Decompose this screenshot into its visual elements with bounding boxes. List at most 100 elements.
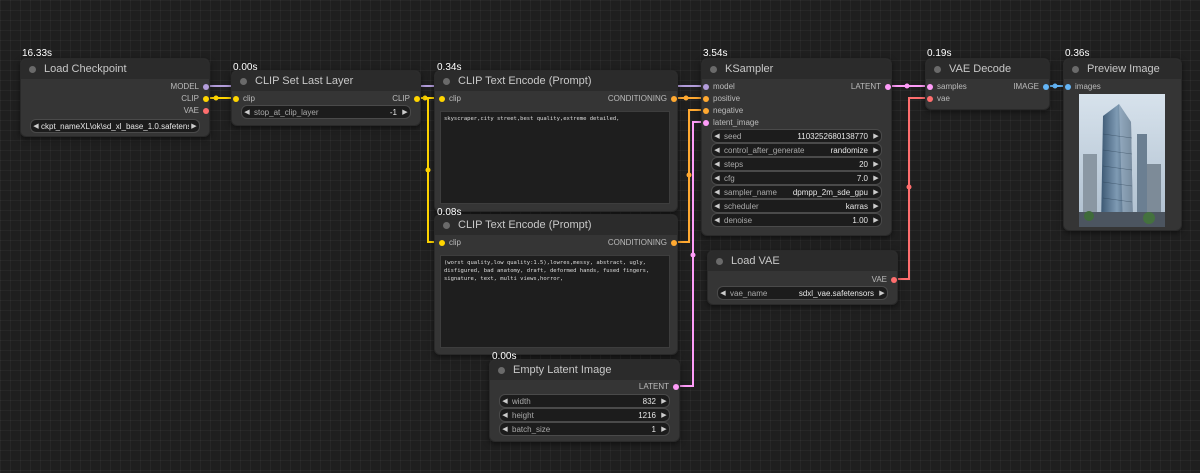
node-vae-decode[interactable]: VAE Decode samples vae IMAGE <box>925 58 1050 110</box>
pin-icon[interactable] <box>1043 84 1049 90</box>
node-header[interactable]: Load VAE <box>708 251 897 271</box>
arrow-right-icon[interactable]: ▶ <box>871 146 881 154</box>
arrow-left-icon[interactable]: ◀ <box>712 202 722 210</box>
width-stepper[interactable]: ◀ width 832 ▶ <box>499 394 670 408</box>
vae-name-combo[interactable]: ◀ vae_name sdxl_vae.safetensors ▶ <box>717 286 888 300</box>
node-header[interactable]: VAE Decode <box>926 59 1049 79</box>
output-image[interactable]: IMAGE <box>1013 81 1049 93</box>
collapse-dot-icon[interactable] <box>29 65 36 73</box>
output-clip[interactable]: CLIP <box>181 93 209 105</box>
output-vae[interactable]: VAE <box>184 105 209 117</box>
arrow-right-icon[interactable]: ▶ <box>871 174 881 182</box>
arrow-right-icon[interactable]: ▶ <box>659 397 669 405</box>
batch-size-stepper[interactable]: ◀ batch_size 1 ▶ <box>499 422 670 436</box>
output-conditioning[interactable]: CONDITIONING <box>608 93 677 105</box>
input-clip[interactable]: clip <box>439 237 461 249</box>
collapse-dot-icon[interactable] <box>240 77 247 85</box>
node-header[interactable]: Load Checkpoint <box>21 59 209 79</box>
node-header[interactable]: Empty Latent Image <box>490 360 679 380</box>
arrow-right-icon[interactable]: ▶ <box>877 289 887 297</box>
node-header[interactable]: CLIP Set Last Layer <box>232 71 420 91</box>
output-model[interactable]: MODEL <box>171 81 209 93</box>
pin-icon[interactable] <box>703 96 709 102</box>
node-clip-set-last-layer[interactable]: CLIP Set Last Layer clip CLIP ◀ stop_at_… <box>231 70 421 126</box>
pin-icon[interactable] <box>203 108 209 114</box>
arrow-left-icon[interactable]: ◀ <box>242 108 252 116</box>
output-latent[interactable]: LATENT <box>851 81 891 93</box>
arrow-right-icon[interactable]: ▶ <box>871 188 881 196</box>
node-header[interactable]: KSampler <box>702 59 891 79</box>
output-conditioning[interactable]: CONDITIONING <box>608 237 677 249</box>
pin-icon[interactable] <box>439 96 445 102</box>
input-clip[interactable]: clip <box>439 93 461 105</box>
pin-icon[interactable] <box>233 96 239 102</box>
denoise-stepper[interactable]: ◀ denoise 1.00 ▶ <box>711 213 882 227</box>
node-clip-text-encode-negative[interactable]: CLIP Text Encode (Prompt) clip CONDITION… <box>434 214 678 355</box>
node-preview-image[interactable]: Preview Image images <box>1063 58 1182 231</box>
node-clip-text-encode-positive[interactable]: CLIP Text Encode (Prompt) clip CONDITION… <box>434 70 678 212</box>
node-empty-latent-image[interactable]: Empty Latent Image LATENT ◀ width 832 ▶ … <box>489 359 680 442</box>
collapse-dot-icon[interactable] <box>498 366 505 374</box>
scheduler-combo[interactable]: ◀ scheduler karras ▶ <box>711 199 882 213</box>
arrow-left-icon[interactable]: ◀ <box>712 216 722 224</box>
pin-icon[interactable] <box>414 96 420 102</box>
steps-stepper[interactable]: ◀ steps 20 ▶ <box>711 157 882 171</box>
pin-icon[interactable] <box>703 84 709 90</box>
arrow-right-icon[interactable]: ▶ <box>871 132 881 140</box>
arrow-right-icon[interactable]: ▶ <box>659 411 669 419</box>
collapse-dot-icon[interactable] <box>1072 65 1079 73</box>
output-vae[interactable]: VAE <box>872 274 897 286</box>
arrow-right-icon[interactable]: ▶ <box>871 160 881 168</box>
ckpt-name-combo[interactable]: ◀ ckpt_nameXL\ok\sd_xl_base_1.0.safetens… <box>30 119 200 133</box>
input-positive[interactable]: positive <box>703 93 740 105</box>
input-samples[interactable]: samples <box>927 81 967 93</box>
pin-icon[interactable] <box>671 96 677 102</box>
collapse-dot-icon[interactable] <box>934 65 941 73</box>
node-header[interactable]: Preview Image <box>1064 59 1181 79</box>
pin-icon[interactable] <box>439 240 445 246</box>
pin-icon[interactable] <box>927 84 933 90</box>
arrow-left-icon[interactable]: ◀ <box>500 425 510 433</box>
input-clip[interactable]: clip <box>233 93 255 105</box>
arrow-right-icon[interactable]: ▶ <box>659 425 669 433</box>
input-model[interactable]: model <box>703 81 735 93</box>
arrow-left-icon[interactable]: ◀ <box>31 122 41 130</box>
arrow-left-icon[interactable]: ◀ <box>712 146 722 154</box>
arrow-right-icon[interactable]: ▶ <box>189 122 199 130</box>
node-header[interactable]: CLIP Text Encode (Prompt) <box>435 71 677 91</box>
input-latent-image[interactable]: latent_image <box>703 117 759 129</box>
arrow-left-icon[interactable]: ◀ <box>712 160 722 168</box>
arrow-left-icon[interactable]: ◀ <box>712 174 722 182</box>
arrow-right-icon[interactable]: ▶ <box>871 216 881 224</box>
sampler-name-combo[interactable]: ◀ sampler_name dpmpp_2m_sde_gpu ▶ <box>711 185 882 199</box>
stop-at-clip-layer-stepper[interactable]: ◀ stop_at_clip_layer -1 ▶ <box>241 105 411 119</box>
input-vae[interactable]: vae <box>927 93 950 105</box>
pin-icon[interactable] <box>1065 84 1071 90</box>
output-latent[interactable]: LATENT <box>639 381 679 393</box>
pin-icon[interactable] <box>673 384 679 390</box>
height-stepper[interactable]: ◀ height 1216 ▶ <box>499 408 670 422</box>
arrow-right-icon[interactable]: ▶ <box>871 202 881 210</box>
cfg-stepper[interactable]: ◀ cfg 7.0 ▶ <box>711 171 882 185</box>
node-ksampler[interactable]: KSampler model positive negative latent_… <box>701 58 892 236</box>
collapse-dot-icon[interactable] <box>716 257 723 265</box>
output-clip[interactable]: CLIP <box>392 93 420 105</box>
input-negative[interactable]: negative <box>703 105 743 117</box>
collapse-dot-icon[interactable] <box>710 65 717 73</box>
pin-icon[interactable] <box>885 84 891 90</box>
pin-icon[interactable] <box>203 84 209 90</box>
collapse-dot-icon[interactable] <box>443 221 450 229</box>
pin-icon[interactable] <box>671 240 677 246</box>
input-images[interactable]: images <box>1065 81 1101 93</box>
control-after-generate-combo[interactable]: ◀ control_after_generate randomize ▶ <box>711 143 882 157</box>
collapse-dot-icon[interactable] <box>443 77 450 85</box>
arrow-left-icon[interactable]: ◀ <box>718 289 728 297</box>
pin-icon[interactable] <box>891 277 897 283</box>
seed-stepper[interactable]: ◀ seed 1103252680138770 ▶ <box>711 129 882 143</box>
prompt-textarea[interactable]: (worst quality,low quality:1.5),lowres,m… <box>440 255 670 348</box>
pin-icon[interactable] <box>203 96 209 102</box>
arrow-left-icon[interactable]: ◀ <box>500 397 510 405</box>
arrow-left-icon[interactable]: ◀ <box>500 411 510 419</box>
arrow-right-icon[interactable]: ▶ <box>400 108 410 116</box>
pin-icon[interactable] <box>703 120 709 126</box>
